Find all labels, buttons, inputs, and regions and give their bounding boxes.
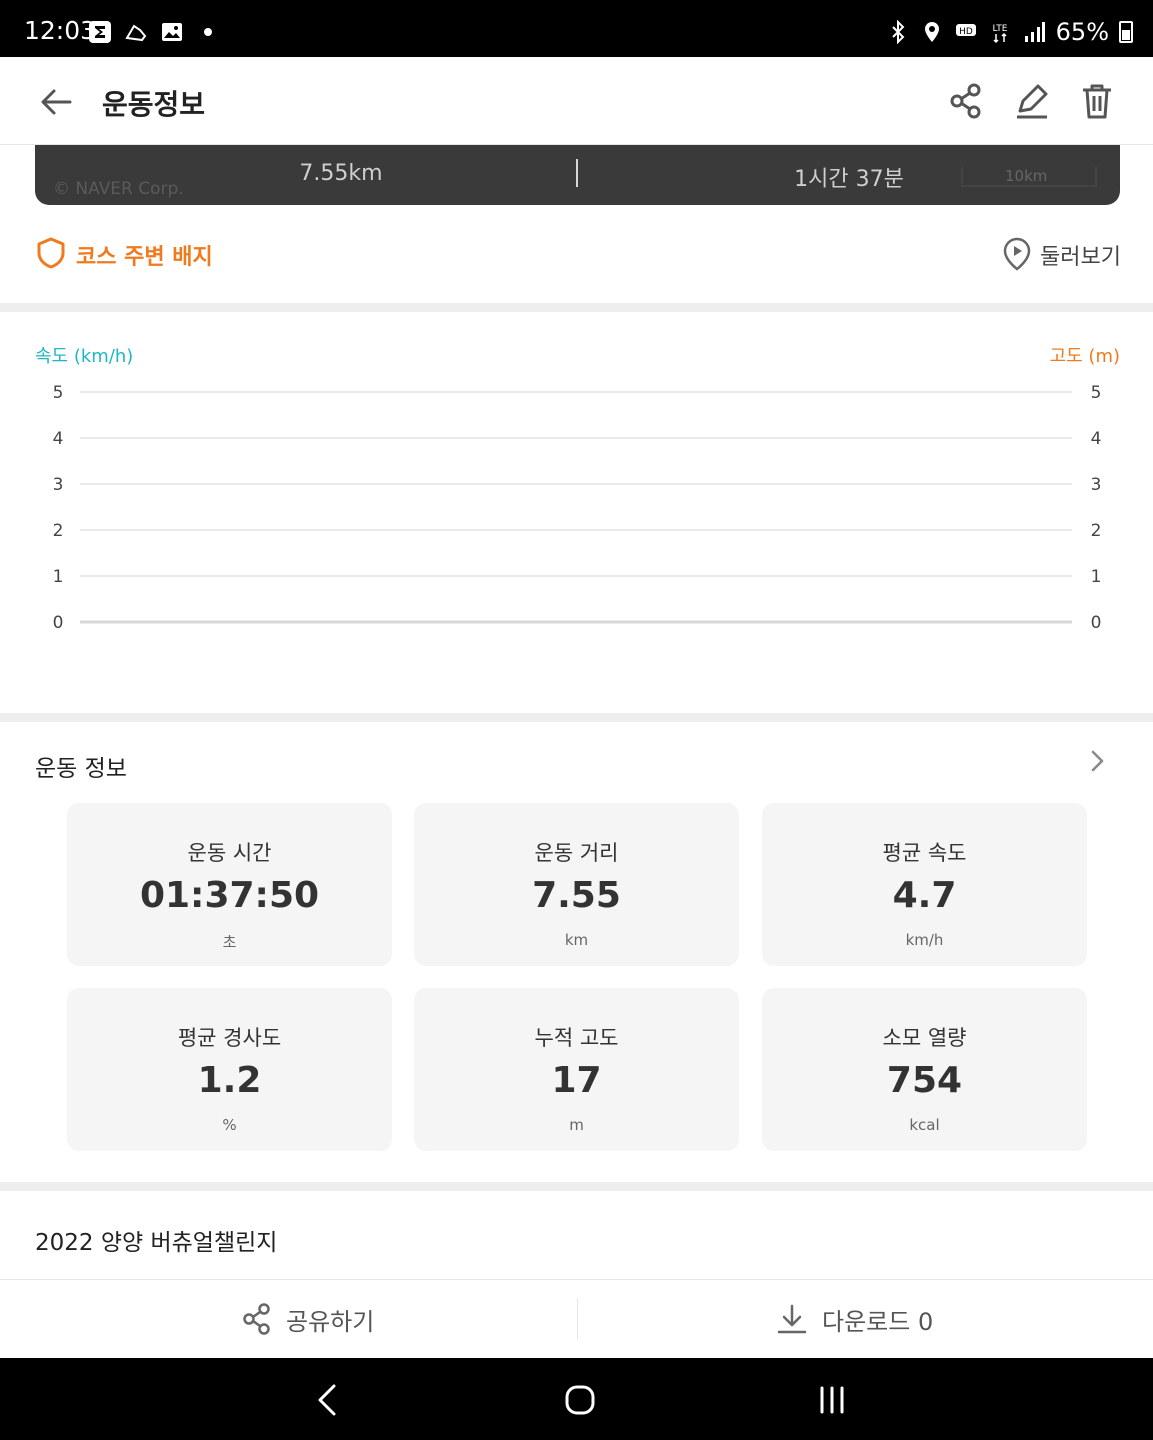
- status-time: 12:03: [24, 16, 97, 45]
- stat-card-avg-speed: 평균 속도 4.7 km/h: [762, 803, 1087, 966]
- dot-icon: [204, 28, 212, 36]
- hd-voice-icon: HD: [955, 24, 976, 37]
- status-bar: 12:03 HD LTE 65%: [0, 0, 1153, 57]
- svg-text:HD: HD: [959, 27, 973, 37]
- shield-icon: [37, 237, 65, 269]
- stat-value: 1.2: [197, 1060, 262, 1101]
- system-nav-bar: [0, 1358, 1153, 1440]
- stat-card-duration: 운동 시간 01:37:50 초: [67, 803, 392, 966]
- stat-label: 운동 거리: [534, 841, 619, 865]
- back-arrow-icon[interactable]: [36, 81, 78, 123]
- stat-label: 평균 속도: [882, 841, 967, 865]
- right-tick-label: 3: [1091, 475, 1102, 495]
- battery-percent: 65%: [1055, 18, 1109, 46]
- stat-label: 누적 고도: [534, 1026, 619, 1050]
- download-action-button[interactable]: 다운로드 0: [776, 1280, 933, 1358]
- image-icon: [162, 23, 182, 41]
- chart-plot: 5 5 4 4 3 3 2 2 1 1 0 0: [53, 383, 1102, 633]
- page-title: 운동정보: [102, 88, 206, 121]
- stat-unit: 초: [222, 933, 237, 951]
- app-bar: 운동정보: [0, 57, 1153, 145]
- system-icons: HD LTE 65%: [886, 18, 1133, 46]
- left-tick-label: 2: [53, 521, 64, 541]
- battery-icon: [1119, 21, 1133, 43]
- download-icon: [777, 1304, 807, 1334]
- stat-unit: km/h: [905, 931, 944, 949]
- stat-label: 소모 열량: [882, 1026, 967, 1050]
- svg-text:LTE: LTE: [992, 24, 1007, 34]
- map-scale-label: 10km: [1005, 167, 1048, 185]
- left-tick-label: 0: [53, 613, 64, 633]
- left-tick-label: 1: [53, 567, 64, 587]
- share-action-label: 공유하기: [286, 1307, 375, 1336]
- notification-icons: [88, 20, 220, 44]
- signal-icon: [1024, 22, 1045, 42]
- share-icon: [243, 1303, 270, 1335]
- share-action-button[interactable]: 공유하기: [242, 1280, 374, 1358]
- challenge-row[interactable]: 2022 양양 버츄얼챌린지: [0, 1191, 1153, 1280]
- map-duration: 1시간 37분: [794, 167, 904, 192]
- route-map[interactable]: © NAVER Corp. 7.55km 1시간 37분 10km: [35, 145, 1120, 205]
- course-badge-link[interactable]: 코스 주변 배지: [76, 239, 213, 271]
- map-distance: 7.55km: [299, 161, 383, 186]
- speed-altitude-chart: 속도 (km/h) 고도 (m) 554433221100: [0, 312, 1153, 713]
- bottom-action-bar: 공유하기 다운로드 0: [0, 1280, 1153, 1358]
- lte-icon: LTE: [992, 24, 1007, 44]
- stat-unit: m: [569, 1116, 584, 1134]
- right-tick-label: 0: [1091, 613, 1102, 633]
- right-tick-label: 5: [1091, 383, 1102, 403]
- tour-button[interactable]: 둘러보기: [1040, 239, 1121, 271]
- map-credit: © NAVER Corp.: [53, 179, 184, 199]
- challenge-title: 2022 양양 버츄얼챌린지: [35, 1230, 278, 1256]
- right-tick-label: 4: [1091, 429, 1102, 449]
- map-divider: [576, 159, 578, 187]
- stat-card-distance: 운동 거리 7.55 km: [414, 803, 739, 966]
- left-tick-label: 3: [53, 475, 64, 495]
- stat-label: 운동 시간: [187, 841, 272, 865]
- location-icon: [924, 22, 939, 42]
- bluetooth-icon: [891, 20, 905, 44]
- stat-card-calories: 소모 열량 754 kcal: [762, 988, 1087, 1151]
- location-play-icon: [1003, 237, 1031, 271]
- workout-info-header[interactable]: 운동 정보: [0, 721, 1153, 801]
- nav-home-icon[interactable]: [560, 1380, 600, 1420]
- stat-card-elevation: 누적 고도 17 m: [414, 988, 739, 1151]
- action-divider: [577, 1298, 578, 1340]
- nav-recents-icon[interactable]: [812, 1380, 852, 1420]
- download-action-label: 다운로드 0: [822, 1307, 934, 1336]
- stat-unit: %: [222, 1116, 237, 1134]
- stat-value: 17: [551, 1060, 602, 1101]
- stat-value: 4.7: [892, 875, 957, 916]
- section-divider: [0, 303, 1153, 312]
- nav-back-icon[interactable]: [308, 1380, 348, 1420]
- right-tick-label: 2: [1091, 521, 1102, 541]
- workout-info-title: 운동 정보: [35, 756, 127, 782]
- section-divider: [0, 1182, 1153, 1191]
- left-tick-label: 4: [53, 429, 64, 449]
- right-tick-label: 1: [1091, 567, 1102, 587]
- stat-card-avg-slope: 평균 경사도 1.2 %: [67, 988, 392, 1151]
- stat-value: 754: [886, 1060, 963, 1101]
- stat-value: 01:37:50: [139, 875, 320, 916]
- stat-unit: kcal: [909, 1116, 940, 1134]
- badge-row: 코스 주변 배지 둘러보기: [0, 205, 1153, 303]
- stat-value: 7.55: [532, 875, 621, 916]
- delete-icon[interactable]: [1077, 81, 1117, 121]
- shoe-icon: [125, 24, 147, 42]
- share-icon[interactable]: [946, 81, 986, 121]
- chevron-right-icon[interactable]: [1085, 749, 1109, 773]
- left-tick-label: 5: [53, 383, 64, 403]
- samsung-sum-icon: [89, 21, 111, 43]
- edit-icon[interactable]: [1012, 81, 1052, 121]
- stat-label: 평균 경사도: [177, 1026, 282, 1050]
- stat-unit: km: [564, 931, 589, 949]
